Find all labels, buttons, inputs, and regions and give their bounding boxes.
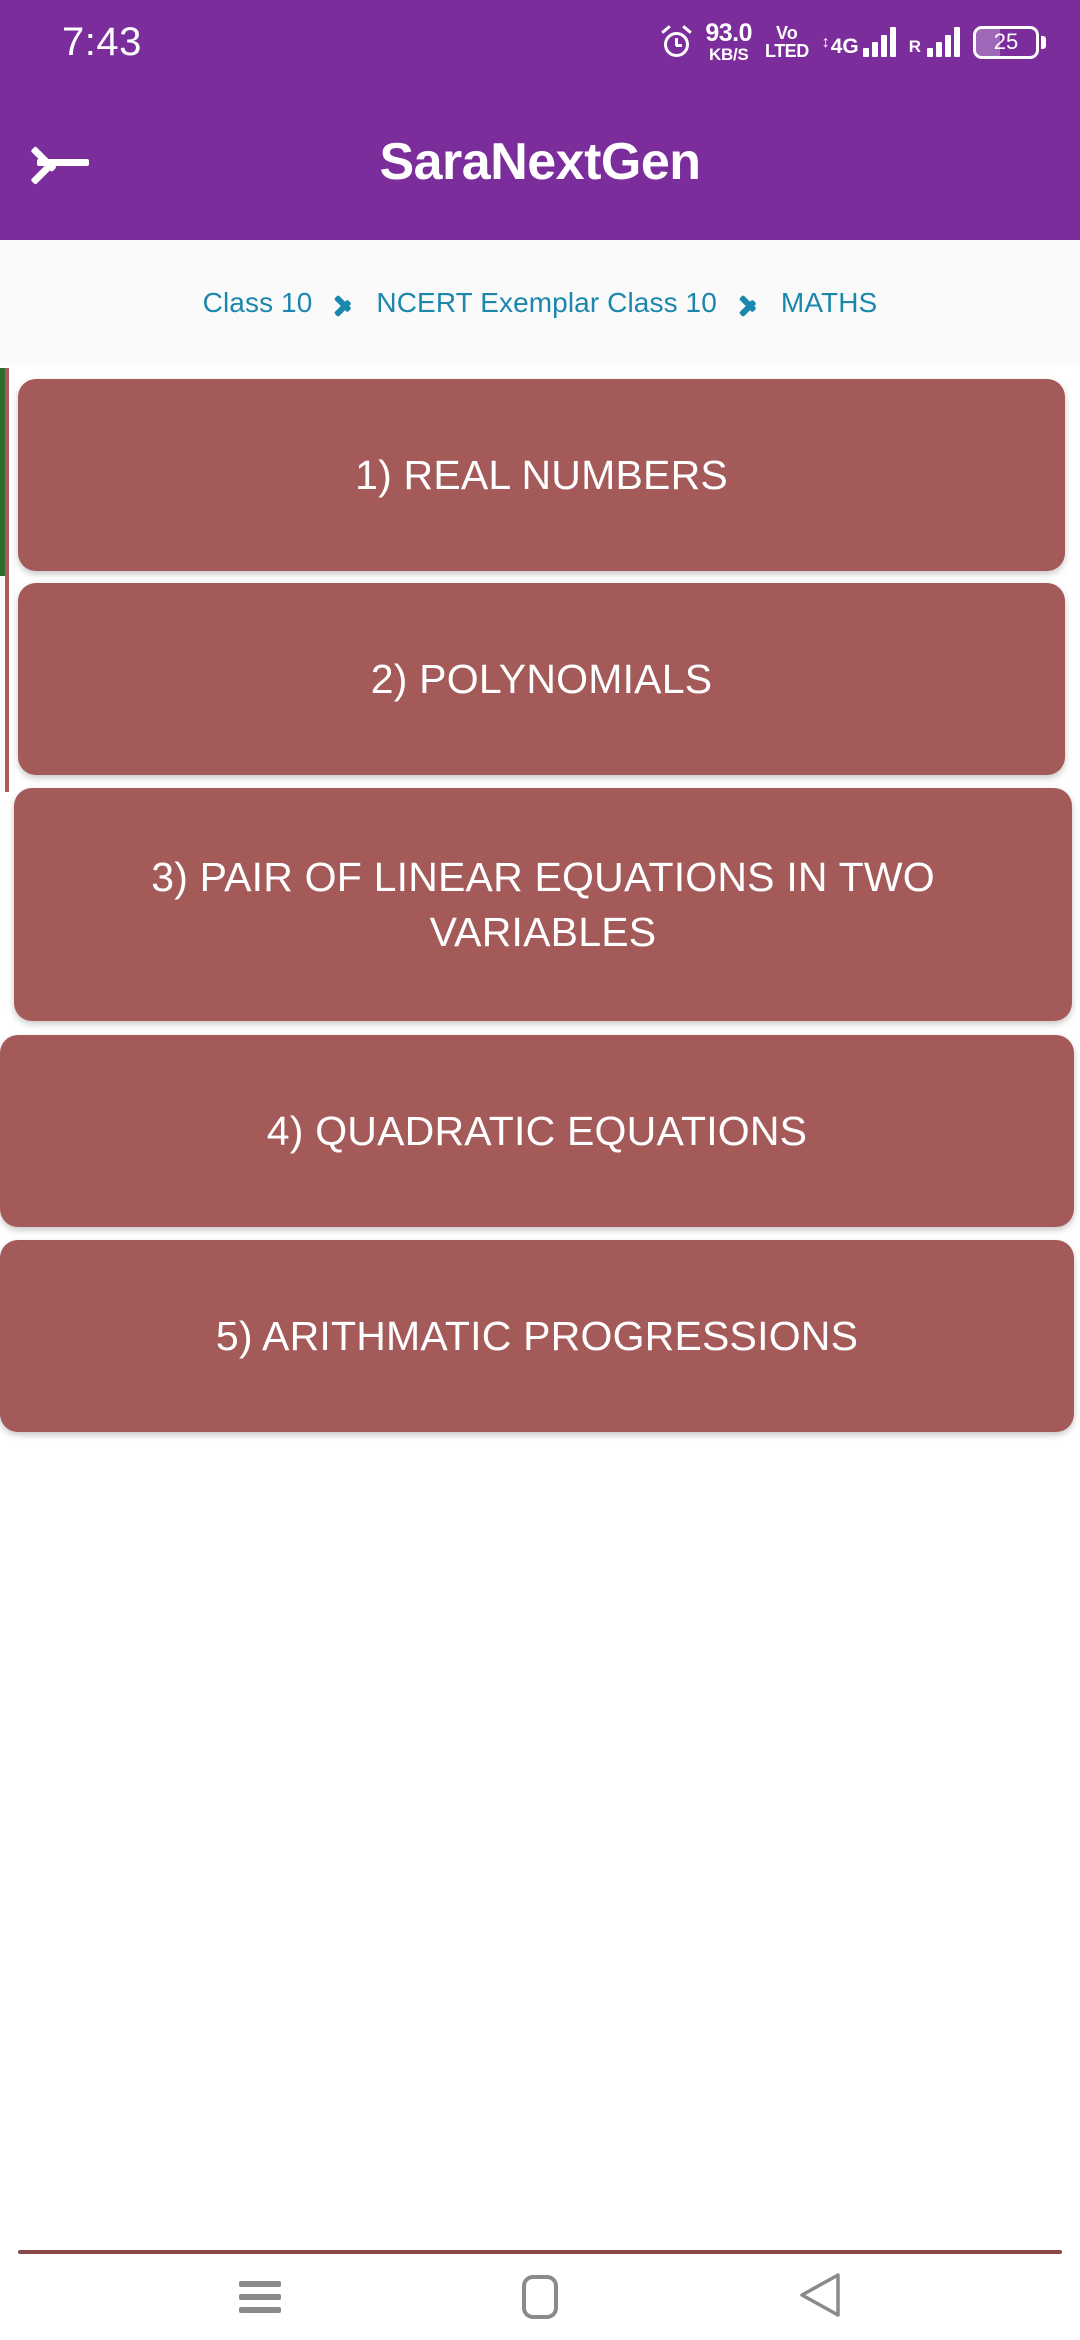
back-triangle-icon <box>798 2271 842 2324</box>
signal-bars-icon-2 <box>927 27 960 57</box>
back-arrow-icon <box>29 138 91 186</box>
breadcrumb: Class 10 NCERT Exemplar Class 10 MATHS <box>0 240 1080 365</box>
volte-line2: LTED <box>765 41 809 61</box>
android-nav-bar <box>0 2254 1080 2340</box>
network-speed-indicator: 93.0 KB/S <box>705 19 753 64</box>
signal-bars-icon <box>862 27 896 57</box>
chapter-card-4[interactable]: 4) QUADRATIC EQUATIONS <box>0 1035 1074 1227</box>
chapter-card-5[interactable]: 5) ARITHMATIC PROGRESSIONS <box>0 1240 1074 1432</box>
chevron-right-icon-2 <box>738 287 759 319</box>
breadcrumb-item-maths[interactable]: MATHS <box>781 287 877 319</box>
status-icons-group: 93.0 KB/S Vo LTED ↕ 4G R 25 <box>661 21 1046 63</box>
chapter-card-label: 3) PAIR OF LINEAR EQUATIONS IN TWO VARIA… <box>151 854 935 955</box>
recents-menu-icon <box>239 2281 281 2313</box>
status-clock: 7:43 <box>62 19 142 64</box>
sim2-signal-indicator: R <box>909 27 960 57</box>
chapter-list: 1) REAL NUMBERS 2) POLYNOMIALS 3) PAIR O… <box>0 365 1080 2220</box>
alarm-clock-icon <box>661 24 693 58</box>
chapter-card-2[interactable]: 2) POLYNOMIALS <box>18 583 1065 775</box>
nav-recents-button[interactable] <box>200 2254 320 2340</box>
scroll-edge-indicator <box>0 368 9 792</box>
sim1-signal-indicator: ↕ 4G <box>822 27 896 57</box>
nav-back-button[interactable] <box>760 2254 880 2340</box>
chapter-card-3[interactable]: 3) PAIR OF LINEAR EQUATIONS IN TWO VARIA… <box>14 788 1072 1021</box>
chapter-card-label: 4) QUADRATIC EQUATIONS <box>266 1107 808 1154</box>
chevron-right-icon <box>334 287 354 319</box>
home-icon <box>522 2275 558 2319</box>
battery-indicator: 25 <box>973 25 1046 59</box>
volte-indicator: Vo LTED <box>765 24 809 60</box>
back-button[interactable] <box>0 84 120 240</box>
breadcrumb-item-ncert-exemplar[interactable]: NCERT Exemplar Class 10 <box>376 287 717 319</box>
network-generation-label: 4G <box>830 35 859 58</box>
roaming-label: R <box>908 37 921 56</box>
chapter-card-label: 2) POLYNOMIALS <box>370 655 713 702</box>
chapter-card-label: 5) ARITHMATIC PROGRESSIONS <box>215 1312 859 1359</box>
app-bar: SaraNextGen <box>0 84 1080 240</box>
status-bar: 7:43 93.0 KB/S Vo LTED ↕ 4G R 25 <box>0 0 1080 84</box>
network-speed-value: 93.0 <box>705 19 753 47</box>
nav-home-button[interactable] <box>480 2254 600 2340</box>
chapter-card-label: 1) REAL NUMBERS <box>355 451 728 498</box>
battery-level-text: 25 <box>993 29 1019 54</box>
data-transfer-arrows-icon: ↕ <box>821 34 830 51</box>
app-title: SaraNextGen <box>379 133 701 191</box>
volte-line1: Vo <box>776 23 798 43</box>
breadcrumb-item-class-10[interactable]: Class 10 <box>203 287 313 319</box>
chapter-card-1[interactable]: 1) REAL NUMBERS <box>18 379 1065 571</box>
network-speed-unit: KB/S <box>708 45 749 64</box>
